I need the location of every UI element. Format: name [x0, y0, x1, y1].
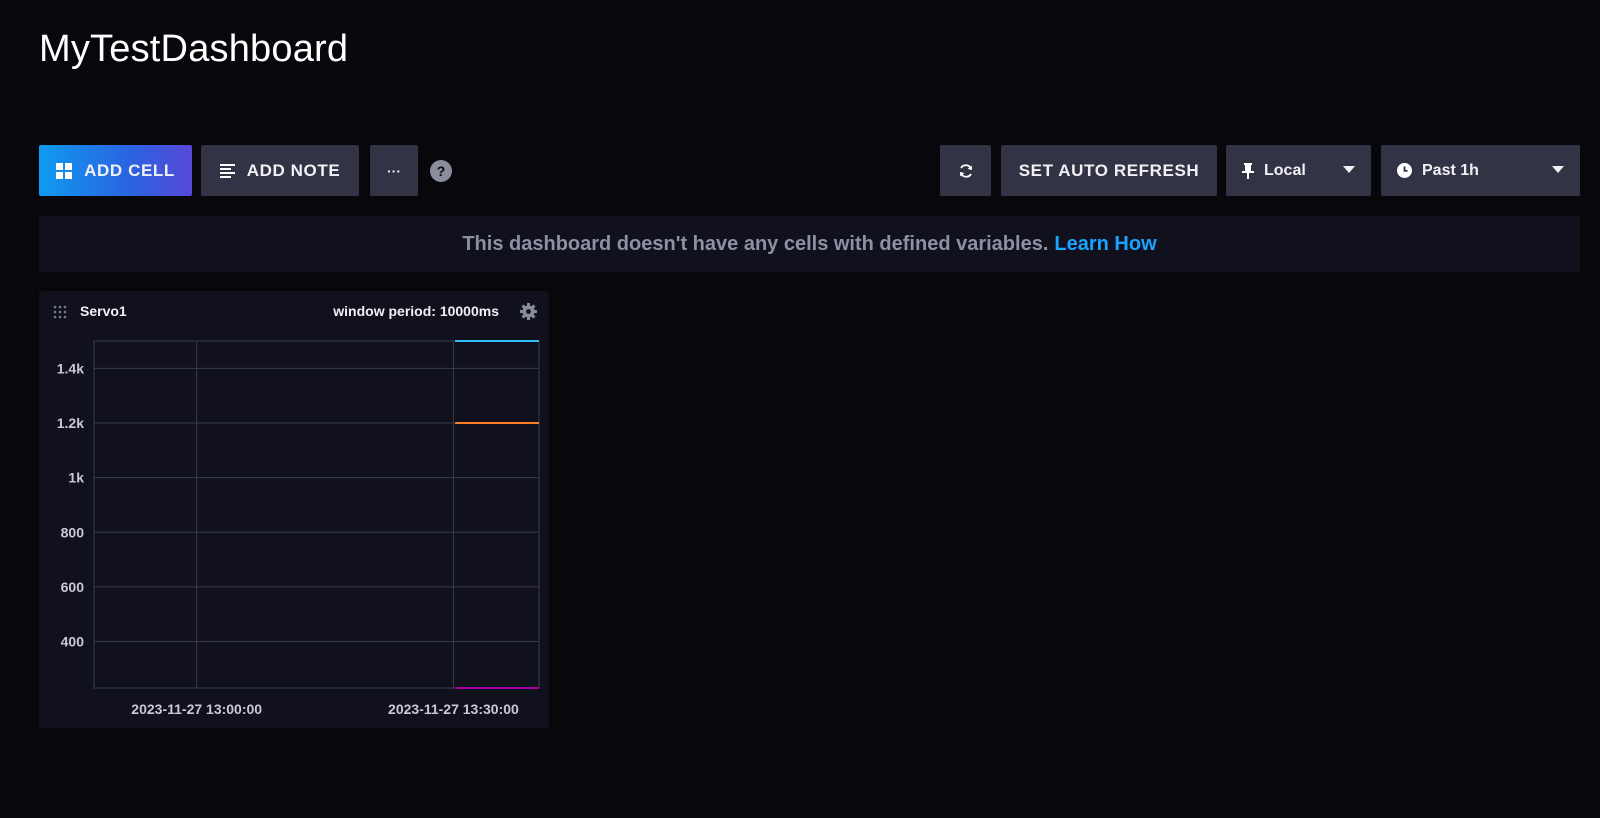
time-range-dropdown[interactable]: Past 1h	[1381, 145, 1580, 196]
y-tick-label: 800	[61, 524, 85, 540]
grid-icon	[56, 162, 73, 179]
x-tick-label: 2023-11-27 13:30:00	[388, 701, 519, 717]
y-tick-label: 1.2k	[57, 415, 84, 431]
set-auto-refresh-label: SET AUTO REFRESH	[1018, 160, 1200, 180]
plot-frame	[93, 340, 540, 689]
y-tick-label: 600	[61, 579, 85, 595]
dashboard-cell[interactable]: Servo1 window period: 10000ms 400 600 80…	[39, 291, 549, 728]
y-tick-label: 400	[61, 634, 85, 650]
add-cell-label: ADD CELL	[84, 160, 175, 180]
timezone-label: Local	[1264, 161, 1306, 179]
more-options-label: ···	[387, 162, 401, 179]
add-cell-button[interactable]: ADD CELL	[39, 145, 192, 196]
learn-how-link[interactable]: Learn How	[1054, 233, 1156, 256]
refresh-icon	[958, 163, 974, 179]
add-note-button[interactable]: ADD NOTE	[201, 145, 359, 196]
banner-message: This dashboard doesn't have any cells wi…	[462, 232, 1049, 255]
timezone-dropdown[interactable]: Local	[1226, 145, 1371, 196]
chevron-down-icon	[1343, 166, 1355, 173]
y-tick-label: 1.4k	[57, 360, 84, 376]
more-options-button[interactable]: ···	[370, 145, 418, 196]
dashboard-page: MyTestDashboard ADD CELL ADD NOTE ··· ? …	[0, 0, 1600, 818]
chevron-down-icon	[1552, 166, 1564, 173]
x-tick-label: 2023-11-27 13:00:00	[131, 701, 262, 717]
lines-icon	[219, 163, 235, 178]
set-auto-refresh-button[interactable]: SET AUTO REFRESH	[1001, 145, 1217, 196]
refresh-button[interactable]	[940, 145, 991, 196]
y-tick-label: 1k	[68, 470, 84, 486]
clock-icon	[1397, 163, 1412, 178]
dashboard-title: MyTestDashboard	[39, 28, 349, 70]
svg-text:?: ?	[437, 163, 446, 179]
cell-line-chart: 400 600 800 1k 1.2k 1.4k 2023-11-27 13:00:00 20…	[57, 340, 540, 717]
add-note-label: ADD NOTE	[246, 160, 341, 180]
time-range-label: Past 1h	[1422, 161, 1479, 179]
variables-banner: This dashboard doesn't have any cells wi…	[39, 216, 1580, 272]
pin-icon	[1242, 162, 1254, 179]
question-circle-icon[interactable]: ?	[430, 160, 452, 182]
